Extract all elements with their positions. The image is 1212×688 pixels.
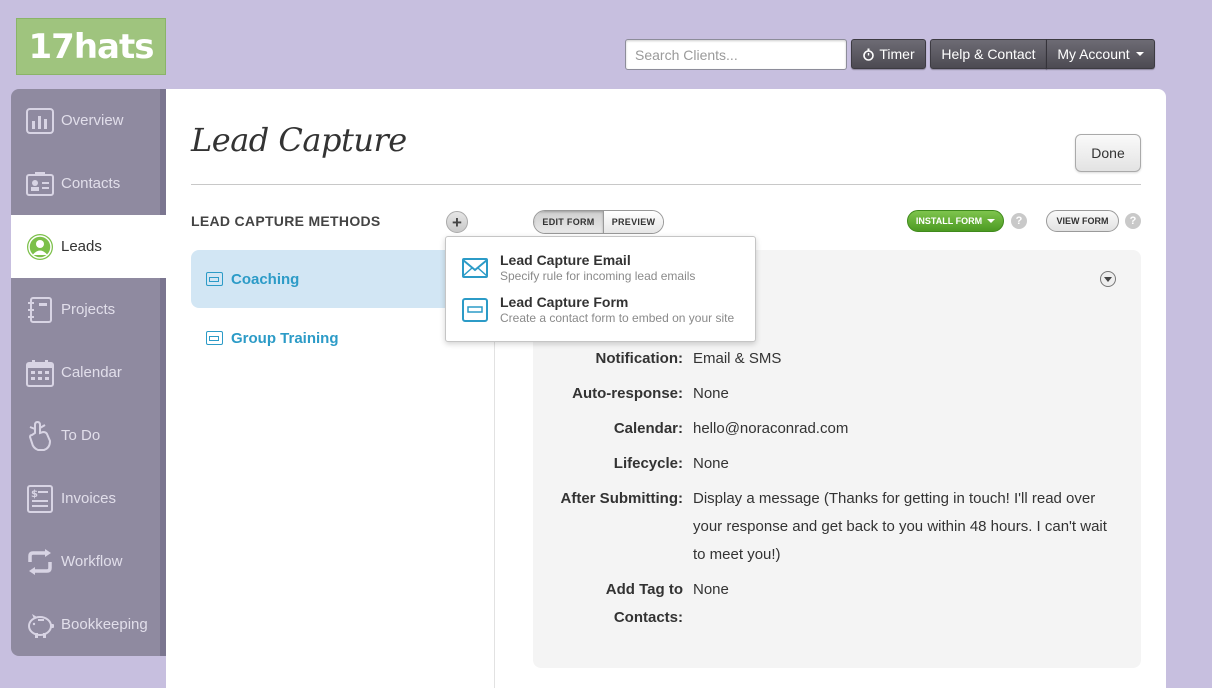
sidebar-item-invoices[interactable]: $ Invoices	[11, 467, 166, 530]
dropdown-item-lead-capture-form[interactable]: Lead Capture Form Create a contact form …	[446, 294, 757, 334]
sidebar-item-label: Workflow	[61, 553, 123, 570]
sidebar: Overview Contacts Leads Projects Calenda…	[11, 89, 166, 656]
detail-label: Auto-response:	[572, 385, 683, 402]
timer-button[interactable]: Timer	[851, 39, 926, 69]
detail-value: hello@noraconrad.com	[693, 420, 849, 437]
sidebar-item-todo[interactable]: To Do	[11, 404, 166, 467]
install-help-icon[interactable]: ?	[1011, 213, 1027, 229]
view-form-button[interactable]: VIEW FORM	[1046, 210, 1119, 232]
form-icon	[462, 298, 488, 322]
method-label: Coaching	[231, 270, 300, 288]
sidebar-item-label: Bookkeeping	[61, 616, 148, 633]
methods-heading: LEAD CAPTURE METHODS	[191, 213, 381, 229]
details-menu-button[interactable]	[1100, 271, 1116, 287]
invoice-icon: $	[25, 484, 55, 514]
sidebar-item-label: Overview	[61, 112, 124, 129]
search-clients-input[interactable]	[625, 39, 847, 70]
done-button[interactable]: Done	[1075, 134, 1141, 172]
stopwatch-icon	[862, 48, 875, 61]
help-contact-label: Help & Contact	[941, 46, 1036, 62]
sidebar-item-bookkeeping[interactable]: Bookkeeping	[11, 593, 166, 656]
edit-form-tab[interactable]: EDIT FORM	[534, 211, 604, 233]
sidebar-item-label: To Do	[61, 427, 101, 444]
svg-text:$: $	[31, 489, 38, 500]
sidebar-item-contacts[interactable]: Contacts	[11, 152, 166, 215]
caret-down-icon	[1135, 52, 1144, 56]
method-label: Group Training	[231, 329, 339, 347]
detail-row-lifecycle: Lifecycle: None	[533, 450, 1141, 478]
detail-label: Notification:	[595, 350, 684, 367]
plus-icon: +	[452, 212, 462, 232]
sidebar-item-workflow[interactable]: Workflow	[11, 530, 166, 593]
detail-value: Email & SMS	[693, 350, 782, 367]
sidebar-item-label: Leads	[61, 238, 102, 255]
add-method-button[interactable]: +	[446, 211, 468, 233]
detail-row-auto-response: Auto-response: None	[533, 380, 1141, 408]
detail-label: After Submitting:	[560, 490, 683, 507]
edit-preview-toggle: EDIT FORM PREVIEW	[533, 210, 664, 234]
sidebar-item-label: Contacts	[61, 175, 121, 192]
sidebar-item-calendar[interactable]: Calendar	[11, 341, 166, 404]
sidebar-item-projects[interactable]: Projects	[11, 278, 166, 341]
bar-chart-icon	[25, 106, 55, 136]
dropdown-item-lead-capture-email[interactable]: Lead Capture Email Specify rule for inco…	[446, 252, 757, 292]
logo-text: 17hats	[28, 26, 155, 67]
detail-row-after-submitting: After Submitting: Display a message (Tha…	[533, 485, 1141, 569]
view-form-help-icon[interactable]: ?	[1125, 213, 1141, 229]
add-method-dropdown: Lead Capture Email Specify rule for inco…	[445, 236, 756, 342]
piggy-bank-icon	[25, 610, 55, 640]
detail-value: Display a message (Thanks for getting in…	[693, 490, 1107, 563]
detail-row-notification: Notification: Email & SMS	[533, 345, 1141, 373]
form-icon	[206, 272, 223, 286]
form-icon	[206, 331, 223, 345]
my-account-button[interactable]: My Account	[1046, 39, 1155, 69]
detail-label: Lifecycle:	[613, 455, 683, 472]
sidebar-item-leads[interactable]: Leads	[11, 215, 166, 278]
my-account-label: My Account	[1057, 46, 1130, 62]
ribbon-finger-icon	[25, 420, 55, 451]
logo[interactable]: 17hats	[16, 18, 166, 75]
person-circle-icon	[25, 232, 55, 262]
main-panel: Lead Capture Done LEAD CAPTURE METHODS +…	[166, 89, 1166, 688]
cycle-arrows-icon	[25, 547, 55, 577]
install-form-button[interactable]: INSTALL FORM	[907, 210, 1004, 232]
sidebar-item-label: Invoices	[61, 490, 117, 507]
title-divider	[191, 184, 1141, 185]
column-divider	[494, 331, 495, 688]
timer-label: Timer	[879, 46, 915, 62]
calendar-icon	[25, 358, 55, 388]
page-title: Lead Capture	[191, 121, 407, 159]
dropdown-item-subtitle: Create a contact form to embed on your s…	[500, 311, 735, 325]
caret-down-icon	[987, 219, 996, 223]
detail-label: Add Tag to Contacts:	[605, 581, 683, 626]
dropdown-item-title: Lead Capture Email	[500, 252, 631, 268]
sidebar-item-overview[interactable]: Overview	[11, 89, 166, 152]
dropdown-item-subtitle: Specify rule for incoming lead emails	[500, 269, 696, 283]
detail-value: None	[693, 385, 729, 402]
caret-down-icon	[1104, 276, 1112, 282]
envelope-icon	[462, 256, 488, 280]
detail-row-add-tag: Add Tag to Contacts: None	[533, 576, 1141, 632]
dropdown-item-title: Lead Capture Form	[500, 294, 629, 310]
help-contact-button[interactable]: Help & Contact	[930, 39, 1047, 69]
detail-row-calendar: Calendar: hello@noraconrad.com	[533, 415, 1141, 443]
detail-value: None	[693, 581, 729, 598]
detail-label: Calendar:	[613, 420, 683, 437]
sidebar-item-label: Projects	[61, 301, 116, 318]
preview-tab[interactable]: PREVIEW	[604, 211, 663, 233]
sidebar-item-label: Calendar	[61, 364, 122, 381]
detail-value: None	[693, 455, 729, 472]
contact-card-icon	[25, 169, 55, 199]
install-form-label: INSTALL FORM	[915, 216, 983, 226]
notebook-icon	[25, 295, 55, 325]
